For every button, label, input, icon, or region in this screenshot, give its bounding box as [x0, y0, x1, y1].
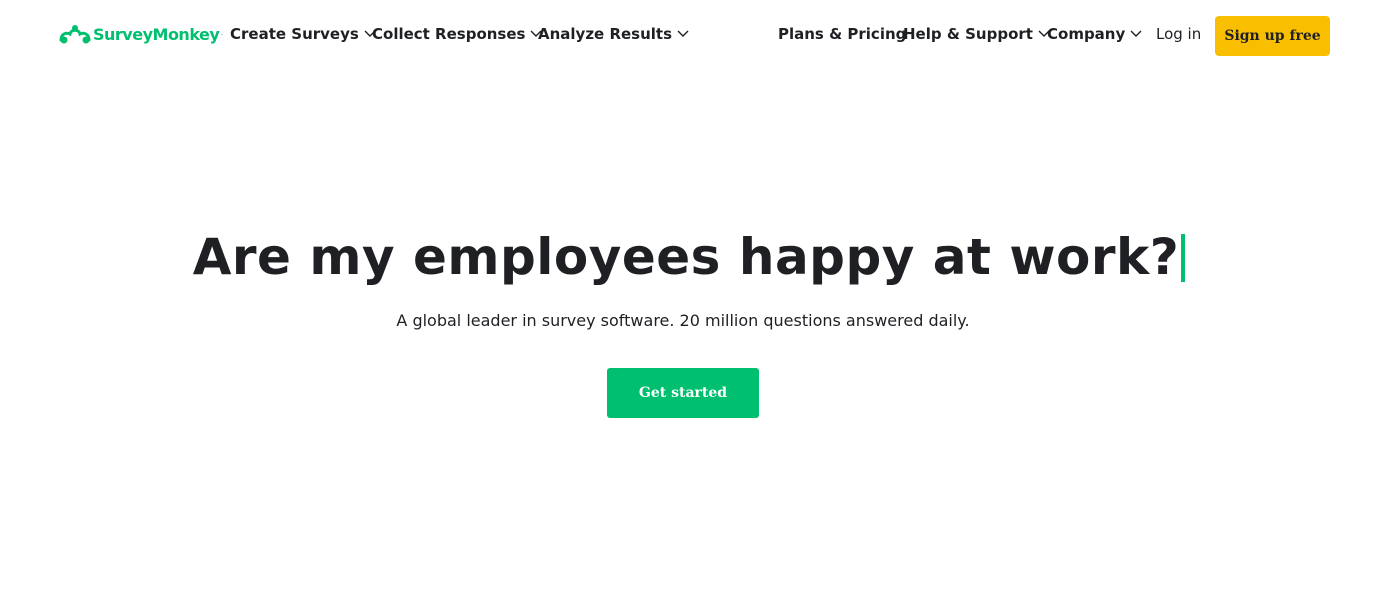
- brand-name: SurveyMonkey: [93, 24, 220, 44]
- nav-analyze-results-label: Analyze Results: [538, 25, 673, 43]
- nav-company[interactable]: Company: [1047, 25, 1142, 43]
- login-link[interactable]: Log in: [1156, 25, 1201, 43]
- nav-help-support-label: Help & Support: [903, 25, 1033, 43]
- surveymonkey-logo[interactable]: SurveyMonkey ·: [59, 23, 223, 45]
- chevron-down-icon: [677, 30, 689, 37]
- nav-collect-responses[interactable]: Collect Responses: [372, 25, 542, 43]
- nav-collect-responses-label: Collect Responses: [372, 25, 526, 43]
- hero-title: Are my employees happy at work?: [0, 228, 1378, 286]
- nav-plans-pricing-label: Plans & Pricing: [778, 25, 907, 43]
- sign-up-button[interactable]: Sign up free: [1215, 16, 1330, 56]
- get-started-button[interactable]: Get started: [607, 368, 759, 418]
- nav-analyze-results[interactable]: Analyze Results: [538, 25, 689, 43]
- hero-title-text: Are my employees happy at work?: [192, 228, 1180, 286]
- nav-create-surveys[interactable]: Create Surveys: [230, 25, 376, 43]
- brand-mark: ·: [220, 29, 224, 39]
- nav-help-support[interactable]: Help & Support: [903, 25, 1050, 43]
- nav-company-label: Company: [1047, 25, 1126, 43]
- typing-caret: [1181, 234, 1186, 282]
- nav-create-surveys-label: Create Surveys: [230, 25, 359, 43]
- chevron-down-icon: [1130, 30, 1142, 37]
- nav-plans-pricing[interactable]: Plans & Pricing: [778, 25, 906, 43]
- hero-subtitle: A global leader in survey software. 20 m…: [396, 311, 970, 330]
- monkey-logo-icon: [59, 25, 91, 44]
- top-navigation: SurveyMonkey · Create Surveys Collect Res…: [0, 0, 1378, 72]
